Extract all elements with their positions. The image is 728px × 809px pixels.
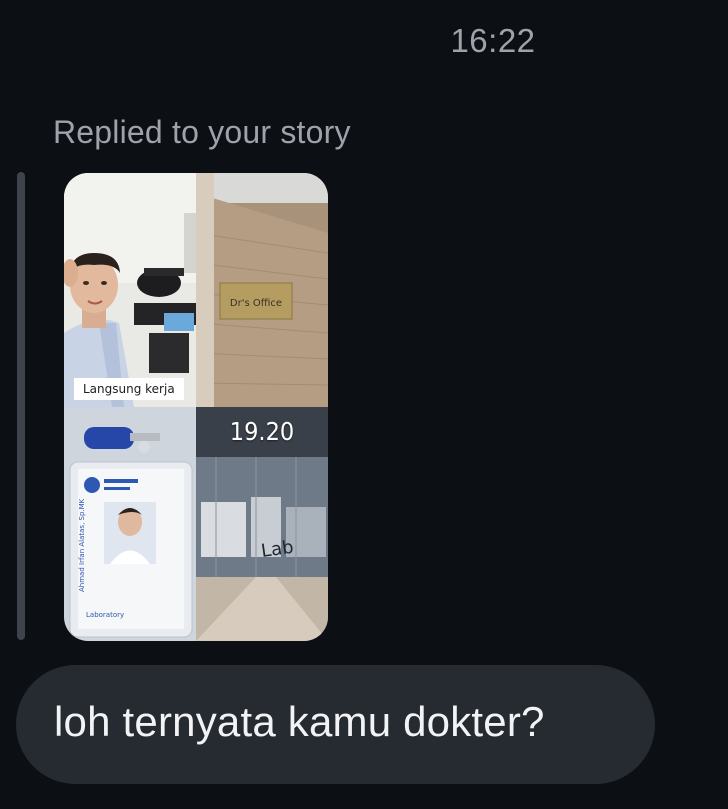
svg-text:Lab: Lab	[260, 537, 295, 562]
svg-text:Ahmad Irfan Alatas, Sp.MK: Ahmad Irfan Alatas, Sp.MK	[78, 498, 86, 592]
story-preview[interactable]: Langsung kerja Dr's Office Ahmad Irfan A…	[64, 173, 328, 641]
story-tile-laboratory: Lab 19.20	[196, 407, 328, 641]
story-time-caption: 19.20	[229, 417, 295, 446]
replied-to-story-label: Replied to your story	[53, 114, 351, 150]
story-tile-id-card: Ahmad Irfan Alatas, Sp.MK Laboratory	[64, 407, 196, 641]
id-card-dept: Laboratory	[86, 611, 124, 619]
message-text: loh ternyata kamu dokter?	[54, 698, 545, 745]
dm-thread: 16:22 Replied to your story Langsung ker…	[0, 0, 728, 809]
story-caption: Langsung kerja	[74, 378, 184, 400]
selfie-photo	[64, 173, 196, 407]
story-tile-office-door: Dr's Office	[196, 173, 328, 407]
message-bubble[interactable]: loh ternyata kamu dokter?	[16, 665, 655, 784]
message-timestamp: 16:22	[450, 22, 536, 59]
office-sign-text: Dr's Office	[230, 298, 282, 309]
reply-quote-bar	[17, 172, 25, 640]
story-tile-selfie: Langsung kerja	[64, 173, 196, 407]
id-card-photo: Ahmad Irfan Alatas, Sp.MK Laboratory	[64, 407, 196, 641]
office-door-photo: Dr's Office	[196, 173, 328, 407]
